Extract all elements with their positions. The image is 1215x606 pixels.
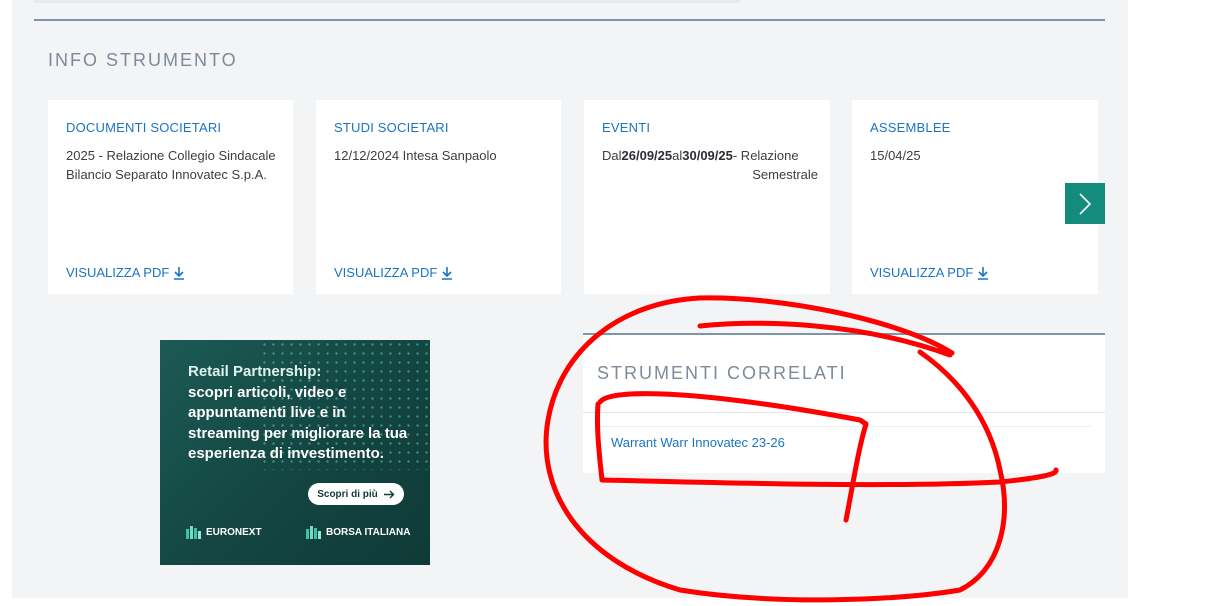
card-heading[interactable]: EVENTI [602,120,650,135]
strumenti-correlati-title: STRUMENTI CORRELATI [597,363,847,383]
event-dates: Dal26/09/25al30/09/25- Relazione [602,148,799,163]
euronext-mark-icon [186,526,201,539]
visualizza-pdf-link[interactable]: VISUALIZZA PDF [870,265,989,280]
card-assemblee: ASSEMBLEE 15/04/25 VISUALIZZA PDF [852,100,1098,294]
link-label: VISUALIZZA PDF [870,265,974,280]
banner-text: Retail Partnership: scopri articoli, vid… [188,362,418,465]
euronext-logo: EURONEXT [186,525,262,539]
carousel-next-button[interactable] [1065,183,1105,224]
chevron-right-icon [1079,192,1092,215]
download-icon [978,266,989,280]
related-instrument-link[interactable]: Warrant Warr Innovatec 23-26 [611,435,785,450]
card-body: 15/04/25 [870,148,921,163]
borsa-italiana-logo: BORSA ITALIANA [306,525,410,539]
card-body: 2025 - Relazione Collegio Sindacale Bila… [66,148,276,182]
card-body: Dal26/09/25al30/09/25- Relazione Semestr… [602,146,818,184]
download-icon [174,266,185,280]
section-divider [34,19,1105,21]
card-heading[interactable]: ASSEMBLEE [870,120,951,135]
strumenti-correlati-panel [583,335,1105,473]
card-documenti-societari: DOCUMENTI SOCIETARI 2025 - Relazione Col… [48,100,293,294]
borsa-mark-icon [306,526,321,539]
download-icon [442,266,453,280]
card-studi-societari: STUDI SOCIETARI 12/12/2024 Intesa Sanpao… [316,100,561,294]
arrow-right-icon [383,490,395,498]
link-label: VISUALIZZA PDF [334,265,438,280]
card-body: 12/12/2024 Intesa Sanpaolo [334,148,497,163]
cta-label: Scopri di più [317,488,378,500]
event-description: Semestrale [752,167,818,182]
divider [583,412,1105,413]
card-eventi: EVENTI Dal26/09/25al30/09/25- Relazione … [584,100,830,294]
retail-partnership-banner[interactable]: Retail Partnership: scopri articoli, vid… [160,340,430,565]
visualizza-pdf-link[interactable]: VISUALIZZA PDF [334,265,453,280]
card-heading[interactable]: DOCUMENTI SOCIETARI [66,120,221,135]
link-label: VISUALIZZA PDF [66,265,170,280]
visualizza-pdf-link[interactable]: VISUALIZZA PDF [66,265,185,280]
banner-lead: Retail Partnership: [188,363,322,380]
card-heading[interactable]: STUDI SOCIETARI [334,120,449,135]
top-strip [34,0,740,3]
banner-body: scopri articoli, video e appuntamenti li… [188,383,408,463]
info-strumento-title: INFO STRUMENTO [48,50,238,70]
divider [598,426,1092,427]
scopri-di-piu-button[interactable]: Scopri di più [308,483,404,505]
